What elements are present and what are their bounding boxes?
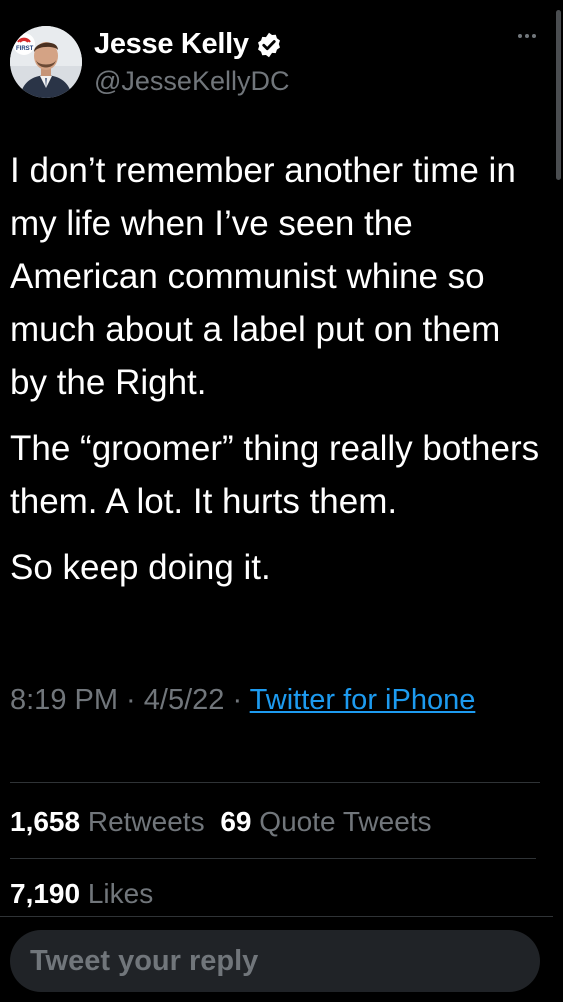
- quote-tweets-link[interactable]: 69 Quote Tweets: [220, 806, 431, 837]
- avatar[interactable]: FIRST: [10, 26, 82, 98]
- scrollbar[interactable]: [556, 10, 561, 180]
- retweets-label: Retweets: [87, 806, 205, 837]
- likes-count: 7,190: [10, 878, 81, 909]
- likes-label: Likes: [87, 878, 154, 909]
- divider: [0, 916, 553, 917]
- tweet-text: I don’t remember another time in my life…: [10, 144, 540, 607]
- tweet-source-link[interactable]: Twitter for iPhone: [250, 684, 476, 716]
- tweet-paragraph: So keep doing it.: [10, 548, 271, 587]
- author-name[interactable]: Jesse Kelly: [94, 28, 249, 61]
- likes-stats: 7,190 Likes: [10, 878, 153, 910]
- tweet-time[interactable]: 8:19 PM: [10, 684, 118, 716]
- tweet-paragraph: The “groomer” thing really bothers them.…: [10, 429, 540, 521]
- retweets-count: 1,658: [10, 806, 81, 837]
- retweets-link[interactable]: 1,658 Retweets: [10, 806, 205, 837]
- avatar-badge-text: FIRST: [16, 46, 34, 52]
- quote-tweets-label: Quote Tweets: [259, 806, 432, 837]
- verified-badge-icon: [257, 32, 280, 57]
- tweet-date[interactable]: 4/5/22: [144, 684, 225, 716]
- meta-separator: ·: [224, 684, 250, 716]
- tweet-header: FIRST Jesse Kelly @JesseKellyDC: [10, 26, 550, 100]
- divider: [10, 858, 536, 859]
- divider: [10, 782, 540, 783]
- tweet-paragraph: I don’t remember another time in my life…: [10, 151, 516, 402]
- more-horizontal-icon[interactable]: [518, 34, 536, 38]
- author-name-row: Jesse Kelly: [94, 28, 283, 61]
- author-handle[interactable]: @JesseKellyDC: [94, 66, 289, 97]
- reply-input[interactable]: Tweet your reply: [10, 930, 540, 992]
- reply-placeholder: Tweet your reply: [30, 944, 259, 977]
- tweet-meta: 8:19 PM · 4/5/22 · Twitter for iPhone: [10, 680, 530, 721]
- likes-link[interactable]: 7,190 Likes: [10, 878, 153, 909]
- meta-separator: ·: [118, 684, 144, 716]
- quote-tweets-count: 69: [220, 806, 252, 837]
- retweet-stats: 1,658 Retweets 69 Quote Tweets: [10, 806, 432, 838]
